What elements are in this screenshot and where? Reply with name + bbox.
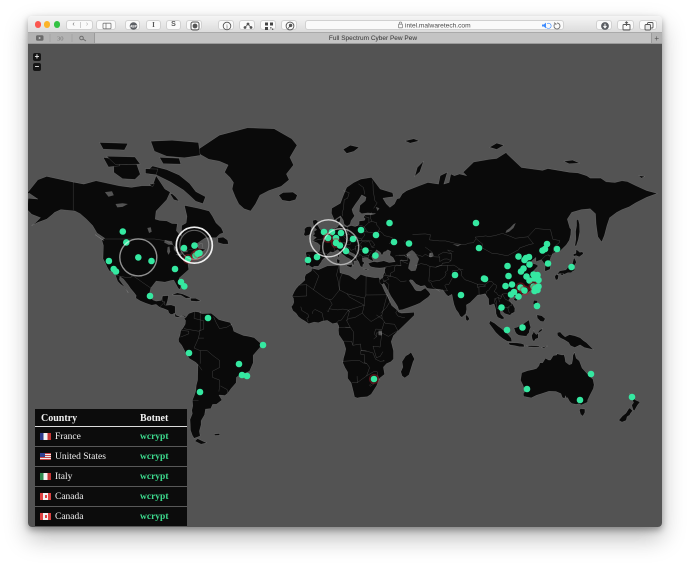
svg-text:30: 30 <box>57 36 64 43</box>
svg-text:intel.malwaretech.com: intel.malwaretech.com <box>405 22 471 28</box>
svg-text:i: i <box>226 23 228 30</box>
svg-text:ABP: ABP <box>130 24 138 28</box>
